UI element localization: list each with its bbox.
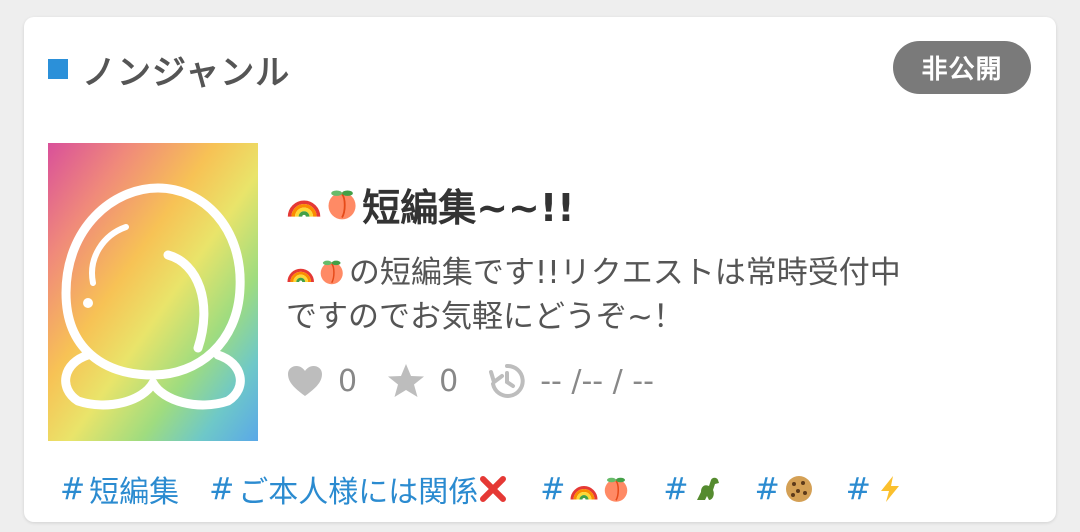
tag-hash: # xyxy=(540,471,566,507)
genre-header: ノンジャンル xyxy=(48,49,290,93)
work-card[interactable]: ノンジャンル 非公開 短編集~~!! の短編集です!!リクエストは常時受付中 で… xyxy=(24,17,1056,522)
tag-hash: # xyxy=(845,471,871,507)
like-count: 0 xyxy=(338,363,358,399)
work-title-text: 短編集~~!! xyxy=(362,186,575,230)
genre-label: ノンジャンル xyxy=(82,52,291,93)
tag-item[interactable]: # xyxy=(755,472,816,507)
tag-item[interactable]: # 短編集 xyxy=(60,467,179,511)
rainbow-icon xyxy=(287,268,314,282)
lightning-icon xyxy=(880,476,899,502)
tag-list: # 短編集 # ご本人様には関係 # # # # xyxy=(60,467,937,511)
description-text-1: の短編集です!!リクエストは常時受付中 xyxy=(348,255,901,291)
tag-item[interactable]: # xyxy=(540,472,633,507)
dinosaur-icon xyxy=(696,477,719,500)
stats-row: 0 0 -- /-- / -- xyxy=(286,362,684,400)
tag-item[interactable]: # xyxy=(846,472,907,507)
peach-cover-art xyxy=(48,143,258,441)
tag-hash: # xyxy=(754,471,780,507)
tag-label: ご本人様には関係 xyxy=(238,475,479,510)
cross-mark-icon xyxy=(480,476,507,502)
genre-marker xyxy=(48,59,68,79)
peach-icon xyxy=(321,260,344,284)
visibility-badge: 非公開 xyxy=(893,41,1031,94)
rainbow-icon xyxy=(570,486,598,500)
tag-item[interactable]: # ご本人様には関係 xyxy=(209,467,510,511)
description-line-2: ですのでお気軽にどうぞ~！ xyxy=(286,299,684,335)
tag-label: 短編集 xyxy=(89,475,180,510)
rainbow-icon xyxy=(287,200,321,218)
description-line-1: の短編集です!!リクエストは常時受付中 xyxy=(286,251,1036,295)
peach-icon xyxy=(328,190,356,220)
peach-icon xyxy=(605,477,628,502)
tag-hash: # xyxy=(663,471,689,507)
updated-date: -- /-- / -- xyxy=(540,363,654,399)
tag-hash: # xyxy=(209,471,235,507)
favorite-count: 0 xyxy=(439,363,459,399)
history-clock-icon xyxy=(488,362,526,400)
cookie-icon xyxy=(785,476,812,502)
work-description: の短編集です!!リクエストは常時受付中 ですのでお気軽にどうぞ~！ xyxy=(286,251,1036,339)
cover-image[interactable] xyxy=(48,143,258,441)
star-icon[interactable] xyxy=(387,363,425,399)
heart-icon[interactable] xyxy=(286,364,324,398)
tag-hash: # xyxy=(60,471,86,507)
tag-item[interactable]: # xyxy=(663,472,724,507)
work-title[interactable]: 短編集~~!! xyxy=(286,177,575,232)
